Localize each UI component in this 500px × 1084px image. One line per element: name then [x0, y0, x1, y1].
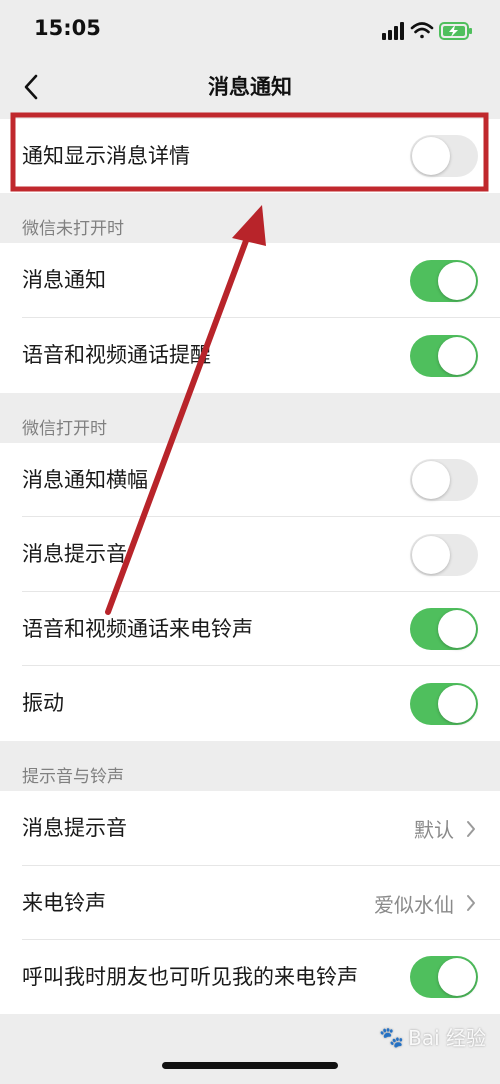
toggle-knob — [412, 461, 450, 499]
row-label: 振动 — [22, 691, 64, 715]
row-notification-banner[interactable]: 消息通知横幅 — [0, 443, 500, 517]
row-label: 消息通知横幅 — [22, 467, 148, 492]
toggle-knob — [438, 684, 476, 723]
row-label: 呼叫我时朋友也可听见我的来电铃声 — [22, 964, 358, 989]
toggle-knob — [438, 261, 476, 300]
section-header-wechat-closed: 微信未打开时 — [22, 219, 124, 239]
toggle-knob — [412, 535, 450, 574]
call-reminder-toggle[interactable] — [410, 334, 478, 377]
row-label: 消息提示音 — [22, 816, 127, 840]
nav-bar: 消息通知 — [0, 62, 500, 112]
baidu-watermark: 🐾 Bai 经验 — [379, 1022, 486, 1051]
row-label: 语音和视频通话来电铃声 — [22, 616, 253, 641]
row-label: 通知显示消息详情 — [22, 143, 190, 168]
message-sound-toggle[interactable] — [410, 533, 478, 576]
chevron-left-icon — [24, 74, 38, 100]
section-header-sounds: 提示音与铃声 — [22, 767, 124, 787]
notification-details-toggle[interactable] — [410, 135, 478, 177]
row-vibration[interactable]: 振动 — [0, 666, 500, 741]
status-bar: 15:05 — [0, 0, 500, 62]
toggle-knob — [412, 137, 450, 175]
friends-hear-ringtone-toggle[interactable] — [410, 956, 478, 998]
row-call-reminder[interactable]: 语音和视频通话提醒 — [0, 318, 500, 393]
row-ringtone[interactable]: 来电铃声 爱似水仙 — [0, 866, 500, 940]
row-message-notification[interactable]: 消息通知 — [0, 243, 500, 318]
row-message-sound[interactable]: 消息提示音 — [0, 517, 500, 592]
row-notification-details[interactable]: 通知显示消息详情 — [0, 119, 500, 193]
row-label: 消息提示音 — [22, 542, 127, 566]
row-label: 消息通知 — [22, 268, 106, 292]
section-header-wechat-open: 微信打开时 — [22, 419, 107, 439]
watermark-text: Bai 经验 — [408, 1026, 486, 1050]
battery-charging-icon — [439, 22, 472, 40]
row-value: 默认 — [414, 818, 454, 842]
chevron-right-icon — [467, 820, 475, 837]
message-tone-value[interactable]: 默认 — [414, 814, 476, 843]
notification-banner-toggle[interactable] — [410, 459, 478, 501]
row-label: 来电铃声 — [22, 890, 106, 915]
message-notification-toggle[interactable] — [410, 259, 478, 302]
home-indicator — [162, 1062, 338, 1069]
signal-icon — [382, 22, 404, 40]
wifi-icon — [410, 22, 434, 39]
row-message-tone[interactable]: 消息提示音 默认 — [0, 791, 500, 866]
paw-logo-icon: 🐾 — [379, 1024, 405, 1049]
toggle-knob — [438, 336, 476, 375]
ringtone-value[interactable]: 爱似水仙 — [374, 889, 476, 918]
status-time: 15:05 — [34, 16, 101, 40]
row-friends-hear-ringtone[interactable]: 呼叫我时朋友也可听见我的来电铃声 — [0, 940, 500, 1014]
vibration-toggle[interactable] — [410, 682, 478, 725]
page-title: 消息通知 — [208, 75, 292, 99]
annotation-arrow-head — [232, 205, 266, 246]
toggle-knob — [438, 610, 476, 648]
call-ringtone-toggle[interactable] — [410, 608, 478, 650]
row-label: 语音和视频通话提醒 — [22, 343, 211, 367]
status-icons — [382, 20, 474, 42]
toggle-knob — [438, 958, 476, 996]
chevron-right-icon — [467, 895, 475, 911]
row-call-ringtone[interactable]: 语音和视频通话来电铃声 — [0, 592, 500, 666]
back-button[interactable] — [12, 68, 50, 106]
row-value: 爱似水仙 — [374, 892, 454, 917]
